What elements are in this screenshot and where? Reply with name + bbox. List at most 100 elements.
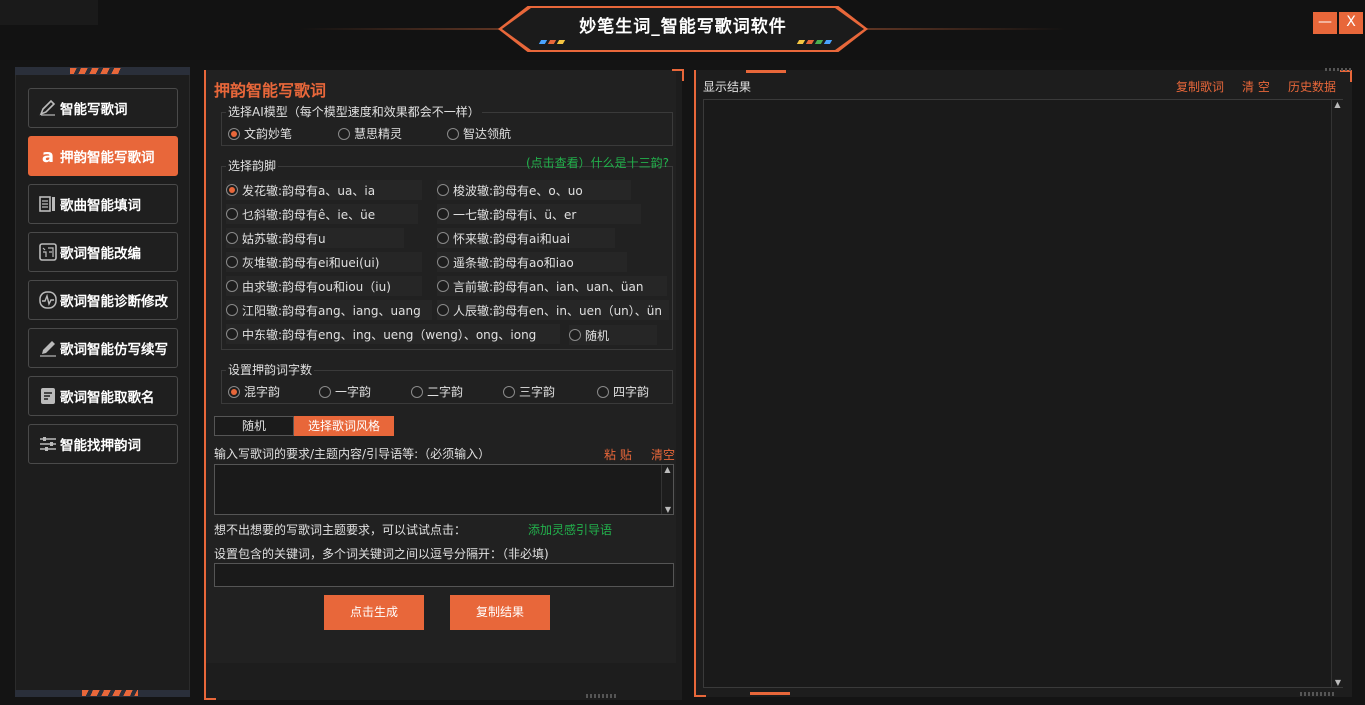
prompt-label: 输入写歌词的要求/主题内容/引导语等:（必须输入） [214,447,491,461]
count-option[interactable]: 一字韵 [319,383,371,400]
count-option[interactable]: 混字韵 [228,383,280,400]
rhyme-option[interactable]: 发花辙:韵母有a、ua、ia [226,180,422,200]
count-option[interactable]: 三字韵 [503,383,555,400]
rhyme-option[interactable]: 言前辙:韵母有an、ian、uan、üan [437,276,667,296]
radio-icon [226,304,238,316]
clear-prompt-button[interactable]: 清空 [651,446,675,463]
radio-icon [437,208,449,220]
rhyme-count-legend: 设置押韵词字数 [226,361,315,378]
result-label: 显示结果 [703,80,752,94]
sidebar-item-label: 智能找押韵词 [60,438,141,454]
choose-style-button[interactable]: 选择歌词风格 [294,416,394,436]
generate-button[interactable]: 点击生成 [324,595,424,630]
panel-decor [1325,68,1351,71]
rhyme-option-random[interactable]: 随机 [569,325,657,345]
minimize-button[interactable]: — [1313,12,1337,34]
radio-icon [437,304,449,316]
result-scrollbar[interactable]: ▲ ▼ [1331,100,1343,687]
radio-icon [226,232,238,244]
radio-icon [226,280,238,292]
radio-icon [437,280,449,292]
ci-character-icon [38,242,58,262]
rhyme-option[interactable]: 怀来辙:韵母有ai和uai [437,228,615,248]
result-textarea[interactable] [703,99,1343,688]
letter-a-icon: a [41,145,55,167]
list-icon [38,194,58,214]
radio-icon [226,328,238,340]
sidebar-item-find-rhymes[interactable]: 智能找押韵词 [28,424,178,464]
count-option[interactable]: 二字韵 [411,383,463,400]
title-bar-corner [0,0,98,25]
sidebar-item-rhyme-lyrics[interactable]: a 押韵智能写歌词 [28,136,178,176]
scroll-up-icon[interactable]: ▲ [1332,100,1343,109]
keywords-input[interactable] [214,563,674,587]
sidebar-stripe [82,690,138,696]
paste-button[interactable]: 粘 贴 [604,446,632,463]
rhyme-option[interactable]: 人辰辙:韵母有en、in、uen（un）、ün [437,300,669,320]
sliders-icon [38,434,58,454]
rhyme-option[interactable]: 灰堆辙:韵母有ei和uei(ui) [226,252,422,272]
inspire-label: 想不出想要的写歌词主题要求，可以试试点击： [214,523,467,537]
sidebar-item-adapt-lyrics[interactable]: 歌词智能改编 [28,232,178,272]
radio-icon [226,184,238,196]
rhyme-option[interactable]: 由求辙:韵母有ou和iou（iu) [226,276,422,296]
style-value: 随机 [214,416,294,436]
radio-icon [437,232,449,244]
rhyme-option[interactable]: 江阳辙:韵母有ang、iang、uang [226,300,432,320]
add-inspiration-link[interactable]: 添加灵感引导语 [528,521,612,538]
panel-title: 押韵智能写歌词 [214,81,327,100]
rhyme-option[interactable]: 中东辙:韵母有eng、ing、ueng（weng）、ong、iong [226,324,560,344]
pen-icon [38,98,58,118]
prompt-scrollbar[interactable]: ▲ ▼ [661,465,673,514]
panel-corner [204,688,216,700]
panel-decor [750,692,790,695]
copy-result-button[interactable]: 复制结果 [450,595,550,630]
panel-decor [586,694,618,698]
model-option-zhida[interactable]: 智达领航 [447,125,511,142]
history-button[interactable]: 历史数据 [1288,78,1336,95]
rhyme-option[interactable]: 梭波辙:韵母有e、o、uo [437,180,631,200]
sidebar-item-label: 歌曲智能填词 [60,198,141,214]
radio-icon [437,184,449,196]
rhyme-option[interactable]: 姑苏辙:韵母有u [226,228,404,248]
copy-lyrics-button[interactable]: 复制歌词 [1176,78,1224,95]
sidebar-item-fill-lyrics[interactable]: 歌曲智能填词 [28,184,178,224]
rhyme-option[interactable]: 遥条辙:韵母有ao和iao [437,252,627,272]
sidebar-item-label: 歌词智能仿写续写 [60,342,168,358]
rhyme-option[interactable]: 乜斜辙:韵母有ê、ie、üe [226,204,418,224]
sidebar-item-smart-lyrics[interactable]: 智能写歌词 [28,88,178,128]
scroll-down-icon[interactable]: ▼ [1332,678,1344,687]
sidebar-item-label: 歌词智能诊断修改 [60,294,168,310]
model-option-wenyun[interactable]: 文韵妙笔 [228,125,292,142]
rhyme-option[interactable]: 一七辙:韵母有i、ü、er [437,204,641,224]
prompt-textarea[interactable] [214,464,674,515]
panel-decor [746,70,786,73]
panel-corner [1340,70,1352,82]
sidebar-stripe [70,68,122,74]
rhyme-legend: 选择韵脚 [226,157,279,174]
radio-icon [226,256,238,268]
radio-icon [338,127,350,140]
sidebar-item-label: 智能写歌词 [60,102,128,118]
count-option[interactable]: 四字韵 [597,383,649,400]
sidebar-item-label: 押韵智能写歌词 [60,150,155,166]
pencil-icon [38,338,58,358]
sidebar-item-diagnose-lyrics[interactable]: 歌词智能诊断修改 [28,280,178,320]
thirteen-rhymes-link[interactable]: (点击查看）什么是十三韵? [526,154,669,171]
scroll-down-icon[interactable]: ▼ [662,505,674,514]
model-option-huisi[interactable]: 慧思精灵 [338,125,402,142]
clear-result-button[interactable]: 清 空 [1242,78,1270,95]
sidebar-item-imitate-lyrics[interactable]: 歌词智能仿写续写 [28,328,178,368]
scroll-up-icon[interactable]: ▲ [662,465,673,474]
pulse-icon [38,290,58,310]
radio-icon [447,127,459,140]
radio-icon [569,329,581,341]
document-icon [38,386,58,406]
panel-corner [672,69,684,81]
sidebar-item-label: 歌词智能改编 [60,246,141,262]
radio-icon [228,385,240,398]
sidebar-item-song-title[interactable]: 歌词智能取歌名 [28,376,178,416]
radio-icon [226,208,238,220]
radio-icon [411,385,423,398]
close-button[interactable]: X [1339,12,1363,34]
